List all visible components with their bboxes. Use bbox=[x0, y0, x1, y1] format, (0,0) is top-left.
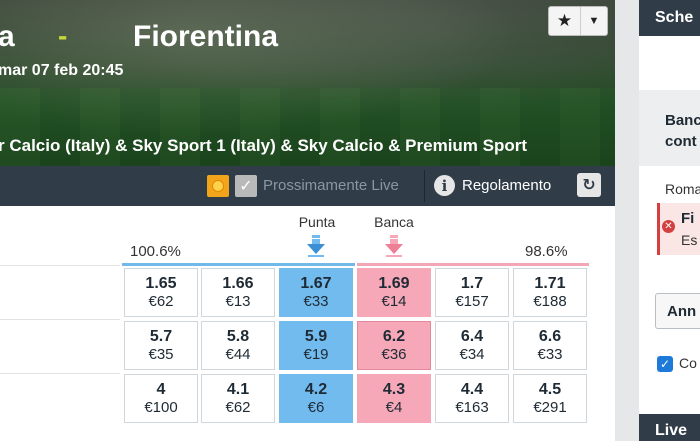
tv-channels: r Calcio (Italy) & Sky Sport 1 (Italy) &… bbox=[0, 136, 528, 155]
price-odds: 4.4 bbox=[460, 381, 484, 398]
selection-name: Fi bbox=[681, 210, 695, 227]
bank-info-text: Banc cont bbox=[665, 110, 700, 152]
price-odds: 1.69 bbox=[378, 275, 410, 292]
panel-gutter bbox=[615, 0, 639, 441]
price-amount: €34 bbox=[459, 346, 485, 363]
lay-column-label: Banca bbox=[374, 214, 414, 230]
back-price-cell[interactable]: 1.65 €62 bbox=[124, 268, 198, 317]
market-grid: Punta Banca 100.6% 98.6% 1.65 €62 1.66 €… bbox=[0, 206, 615, 441]
price-odds: 6.4 bbox=[460, 328, 484, 345]
price-amount: €6 bbox=[307, 399, 325, 416]
price-amount: €163 bbox=[455, 399, 489, 416]
away-team-name: Fiorentina bbox=[133, 20, 279, 53]
confirm-label: Co bbox=[679, 355, 697, 371]
price-amount: €291 bbox=[533, 399, 567, 416]
lay-price-cell[interactable]: 1.71 €188 bbox=[513, 268, 587, 317]
price-amount: €13 bbox=[225, 293, 251, 310]
error-icon: ✕ bbox=[662, 220, 675, 233]
runner-row-divider bbox=[0, 373, 120, 374]
best-back-price-cell[interactable]: 1.67 €33 bbox=[279, 268, 353, 317]
best-back-price-cell[interactable]: 5.9 €19 bbox=[279, 321, 353, 370]
back-price-cell[interactable]: 4.1 €62 bbox=[201, 374, 275, 423]
selection-status: Es bbox=[681, 232, 698, 248]
betslip-header[interactable]: Sche bbox=[639, 0, 700, 36]
price-amount: €44 bbox=[225, 346, 251, 363]
price-amount: €33 bbox=[303, 293, 329, 310]
rules-link[interactable]: Regolamento bbox=[462, 177, 551, 194]
selection-market: Roma bbox=[665, 181, 700, 197]
runner-row-divider bbox=[0, 265, 120, 266]
back-price-cell[interactable]: 4 €100 bbox=[124, 374, 198, 423]
price-odds: 5.7 bbox=[149, 328, 173, 345]
price-odds: 1.67 bbox=[300, 275, 332, 292]
price-odds: 1.7 bbox=[460, 275, 484, 292]
bank-info-line: Banc bbox=[665, 112, 700, 129]
price-amount: €14 bbox=[381, 293, 407, 310]
lay-price-cell[interactable]: 1.7 €157 bbox=[435, 268, 509, 317]
live-panel-header[interactable]: Live bbox=[639, 414, 700, 441]
back-book-percentage: 100.6% bbox=[130, 243, 181, 260]
chevron-down-icon[interactable]: ▼ bbox=[581, 7, 607, 35]
info-icon[interactable]: i bbox=[434, 175, 455, 196]
price-amount: €100 bbox=[144, 399, 178, 416]
star-icon[interactable]: ★ bbox=[549, 7, 581, 35]
check-icon[interactable]: ✓ bbox=[235, 175, 257, 197]
favourite-menu[interactable]: ★ ▼ bbox=[548, 6, 608, 36]
price-odds: 4.2 bbox=[304, 381, 328, 398]
price-odds: 1.65 bbox=[145, 275, 177, 292]
refresh-icon[interactable]: ↻ bbox=[577, 173, 601, 197]
runner-row-divider bbox=[0, 319, 120, 320]
back-price-cell[interactable]: 5.8 €44 bbox=[201, 321, 275, 370]
best-lay-price-cell[interactable]: 1.69 €14 bbox=[357, 268, 431, 317]
page: a - Fiorentina mar 07 feb 20:45 r Calcio… bbox=[0, 0, 700, 441]
price-amount: €33 bbox=[537, 346, 563, 363]
price-amount: €62 bbox=[225, 399, 251, 416]
price-amount: €188 bbox=[533, 293, 567, 310]
price-amount: €157 bbox=[455, 293, 489, 310]
price-odds: 6.6 bbox=[538, 328, 562, 345]
back-price-cell[interactable]: 1.66 €13 bbox=[201, 268, 275, 317]
team-separator: - bbox=[58, 20, 68, 51]
market-toolbar: ✓ Prossimamente Live i Regolamento ↻ bbox=[0, 166, 615, 206]
lay-price-cell[interactable]: 6.6 €33 bbox=[513, 321, 587, 370]
lay-book-percentage: 98.6% bbox=[525, 243, 568, 260]
price-odds: 4.5 bbox=[538, 381, 562, 398]
toolbar-divider bbox=[424, 170, 425, 202]
price-amount: €19 bbox=[303, 346, 329, 363]
price-amount: €62 bbox=[148, 293, 174, 310]
price-odds: 4 bbox=[156, 381, 166, 398]
price-odds: 1.71 bbox=[534, 275, 566, 292]
price-odds: 6.2 bbox=[382, 328, 406, 345]
lay-price-cell[interactable]: 4.4 €163 bbox=[435, 374, 509, 423]
lay-arrow-icon bbox=[385, 235, 403, 257]
betslip-panel: Sche Banc cont Roma ✕ Fi Es Ann ✓ Co Liv… bbox=[639, 0, 700, 441]
best-back-price-cell[interactable]: 4.2 €6 bbox=[279, 374, 353, 423]
bank-info-line: cont bbox=[665, 133, 697, 150]
price-odds: 4.3 bbox=[382, 381, 406, 398]
lay-overround-bar bbox=[357, 263, 589, 266]
upcoming-live-label: Prossimamente Live bbox=[263, 177, 399, 194]
price-odds: 4.1 bbox=[226, 381, 250, 398]
home-team-name: a bbox=[0, 20, 15, 53]
lay-price-cell[interactable]: 6.4 €34 bbox=[435, 321, 509, 370]
best-lay-price-cell[interactable]: 4.3 €4 bbox=[357, 374, 431, 423]
price-amount: €36 bbox=[381, 346, 407, 363]
price-odds: 5.8 bbox=[226, 328, 250, 345]
price-odds: 5.9 bbox=[304, 328, 328, 345]
best-lay-price-cell[interactable]: 6.2 €36 bbox=[357, 321, 431, 370]
cancel-button[interactable]: Ann bbox=[655, 293, 700, 329]
price-odds: 1.66 bbox=[222, 275, 254, 292]
event-hero: a - Fiorentina mar 07 feb 20:45 r Calcio… bbox=[0, 0, 615, 166]
lay-price-cell[interactable]: 4.5 €291 bbox=[513, 374, 587, 423]
back-arrow-icon bbox=[307, 235, 325, 257]
back-overround-bar bbox=[122, 263, 355, 266]
back-column-label: Punta bbox=[298, 214, 336, 230]
price-amount: €35 bbox=[148, 346, 174, 363]
price-amount: €4 bbox=[385, 399, 403, 416]
live-status-icon bbox=[207, 175, 229, 197]
event-datetime: mar 07 feb 20:45 bbox=[0, 62, 124, 79]
confirm-checkbox[interactable]: ✓ bbox=[657, 356, 673, 372]
back-price-cell[interactable]: 5.7 €35 bbox=[124, 321, 198, 370]
